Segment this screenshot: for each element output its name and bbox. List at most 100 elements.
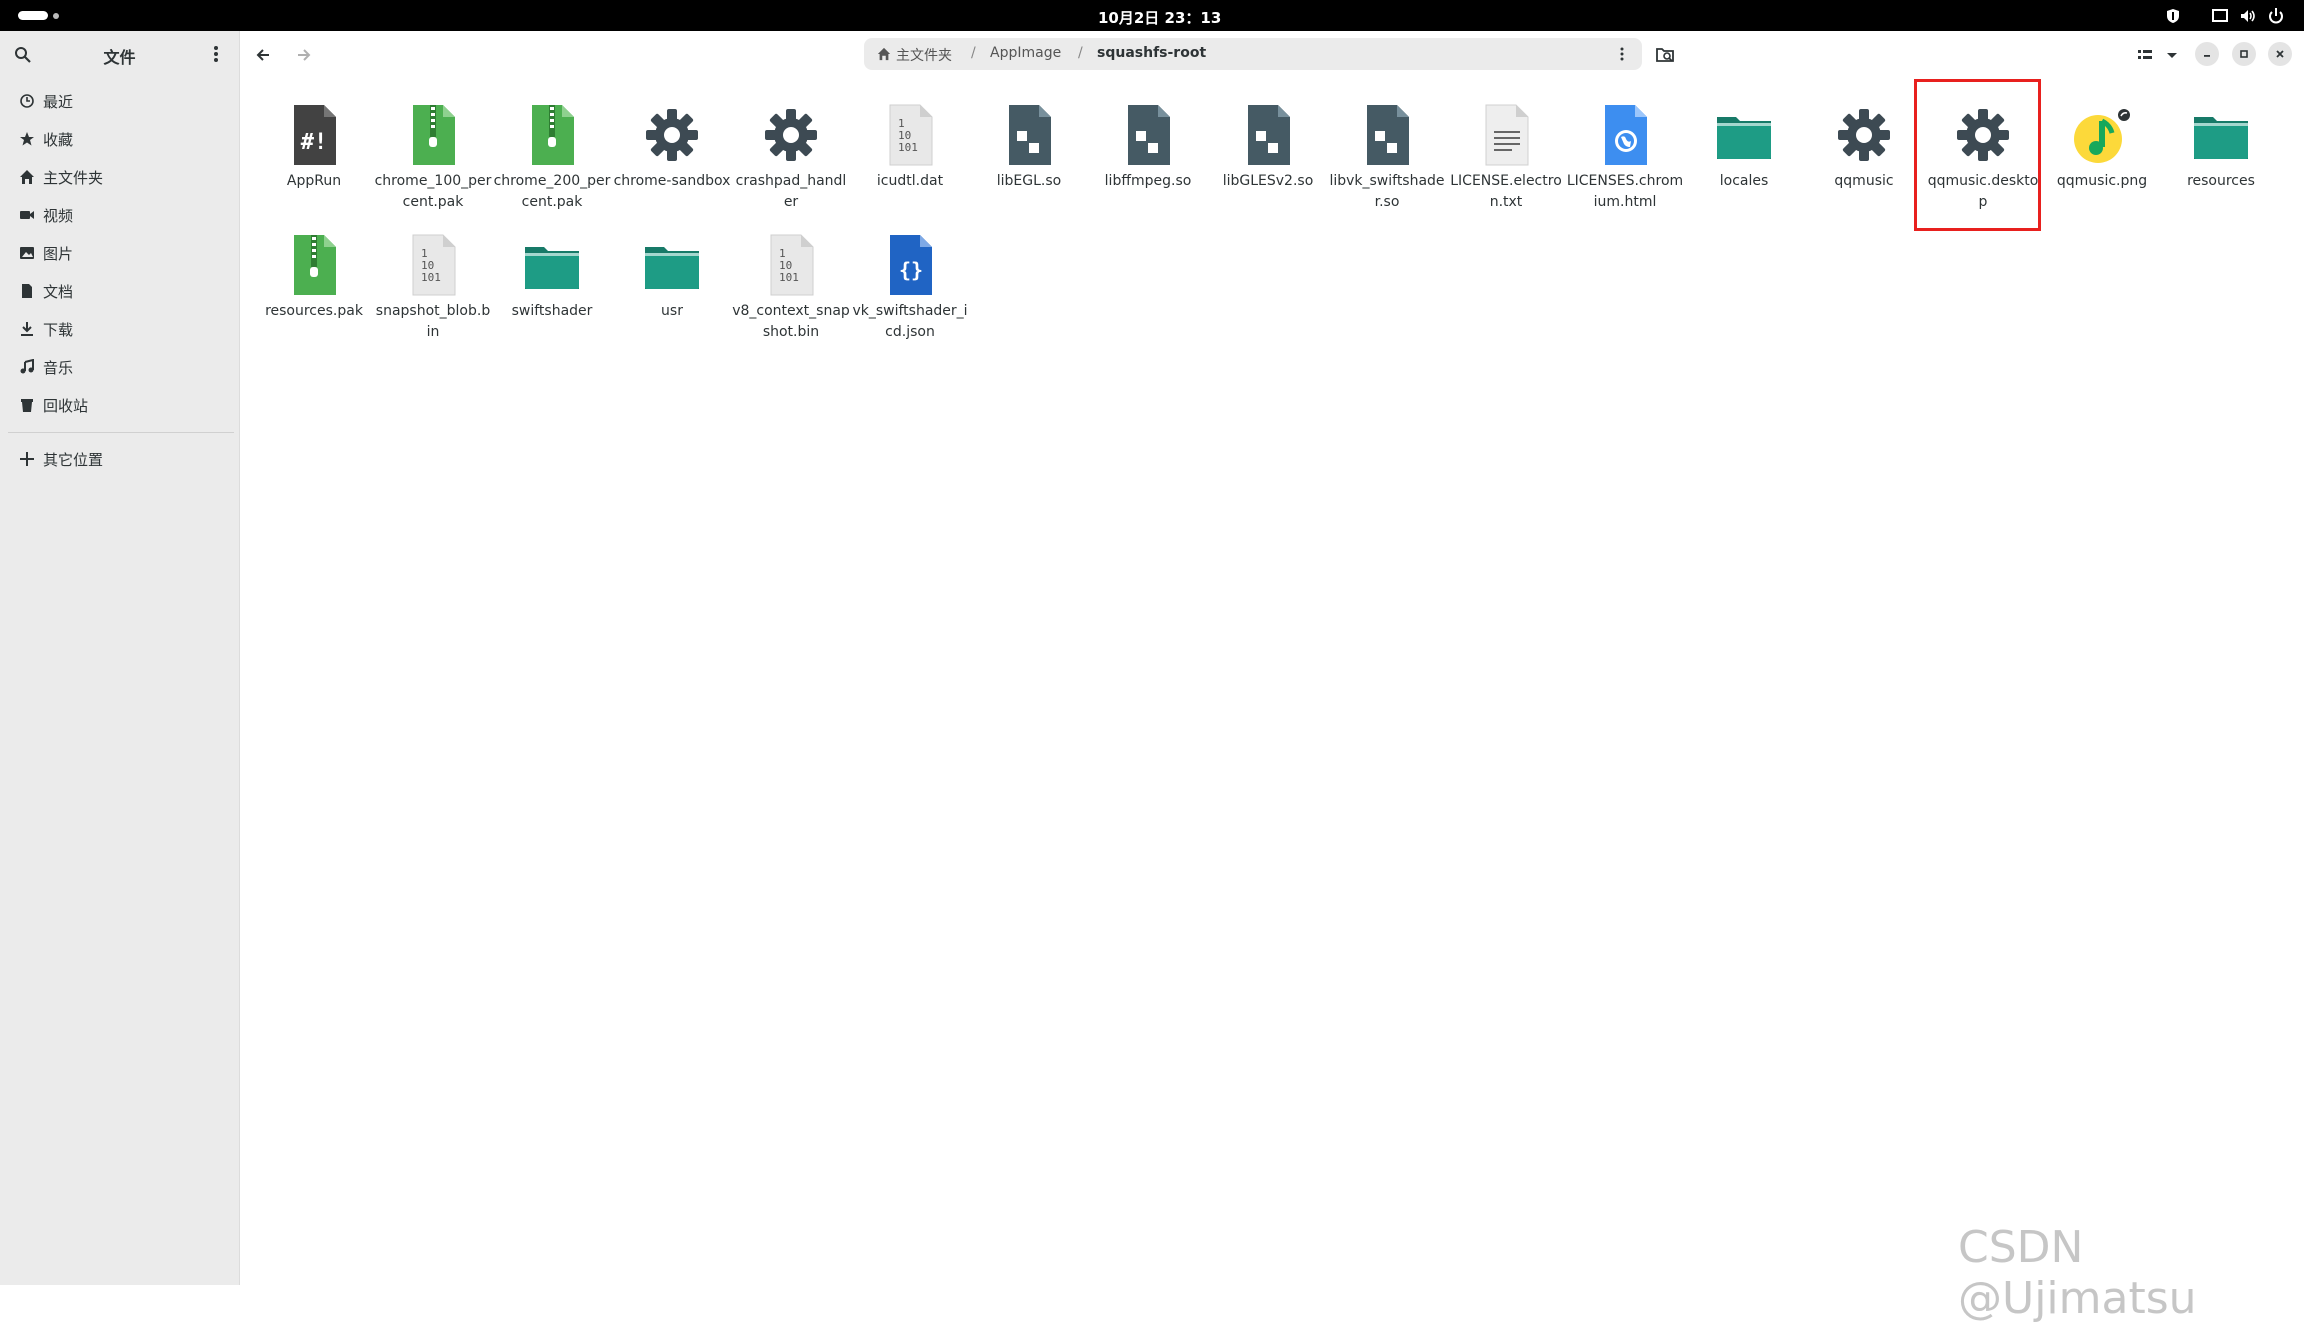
file-item[interactable]: LICENSE.electron.txt xyxy=(1447,103,1565,233)
sidebar-item-other-locations[interactable]: 其它位置 xyxy=(0,441,239,477)
file-name: libffmpeg.so xyxy=(1104,173,1192,189)
shield-icon[interactable] xyxy=(2163,6,2183,26)
file-item[interactable]: 1 10 101 icudtl.dat xyxy=(851,103,969,233)
file-name: libGLESv2.so xyxy=(1222,173,1314,189)
file-item[interactable]: locales xyxy=(1685,103,1803,233)
file-item[interactable]: chrome_200_percent.pak xyxy=(493,103,611,233)
back-arrow-icon[interactable] xyxy=(249,40,279,70)
file-item[interactable]: LICENSES.chromium.html xyxy=(1566,103,1684,233)
file-item[interactable]: libffmpeg.so xyxy=(1089,103,1207,233)
file-item[interactable]: resources.pak xyxy=(255,233,373,363)
archive-icon xyxy=(403,103,463,167)
svg-text:101: 101 xyxy=(898,141,918,154)
power-icon[interactable] xyxy=(2266,6,2286,26)
sidebar-item-music[interactable]: 音乐 xyxy=(0,349,239,385)
sidebar-item-label: 图片 xyxy=(43,245,74,263)
file-item[interactable]: resources xyxy=(2162,103,2280,233)
file-item[interactable]: chrome-sandbox xyxy=(613,103,731,233)
main-menu-icon[interactable] xyxy=(208,43,224,65)
file-name: chrome_200_percent.pak xyxy=(493,173,611,210)
chevron-down-icon[interactable] xyxy=(2157,40,2187,70)
search-folder-icon[interactable] xyxy=(1650,40,1680,70)
document-icon xyxy=(22,284,32,298)
sidebar-item-downloads[interactable]: 下载 xyxy=(0,311,239,347)
qqmusic-image-icon xyxy=(2072,103,2132,167)
sidebar-item-documents[interactable]: 文档 xyxy=(0,273,239,309)
executable-gear-icon xyxy=(642,103,702,167)
sidebar-item-label: 下载 xyxy=(43,321,74,339)
svg-text:101: 101 xyxy=(421,271,441,284)
sidebar-item-label: 最近 xyxy=(43,93,74,111)
file-name: icudtl.dat xyxy=(876,173,944,189)
sidebar-item-label: 文档 xyxy=(43,283,74,301)
svg-text:#!: #! xyxy=(301,130,328,155)
folder-icon xyxy=(642,233,702,297)
breadcrumb-appimage[interactable]: AppImage xyxy=(990,45,1061,61)
script-file-icon: #! xyxy=(284,103,344,167)
executable-gear-icon xyxy=(1834,103,1894,167)
file-name: chrome-sandbox xyxy=(613,173,731,189)
watermark: CSDN @Ujimatsu xyxy=(1958,1222,2197,1324)
home-icon xyxy=(20,170,34,184)
file-item[interactable]: usr xyxy=(613,233,731,363)
minimize-icon xyxy=(2204,55,2210,57)
file-item[interactable]: libGLESv2.so xyxy=(1209,103,1327,233)
file-name: qqmusic.png xyxy=(2056,173,2148,189)
file-name: libEGL.so xyxy=(996,173,1062,189)
file-name: vk_swiftshader_icd.json xyxy=(852,303,968,340)
file-item[interactable]: qqmusic xyxy=(1805,103,1923,233)
minimize-button[interactable] xyxy=(2195,42,2219,66)
file-item[interactable]: 1 10 101 v8_context_snapshot.bin xyxy=(732,233,850,363)
json-file-icon: {} xyxy=(880,233,940,297)
view-list-icon[interactable] xyxy=(2130,40,2160,70)
breadcrumb-separator: / xyxy=(1078,45,1083,61)
forward-arrow-icon[interactable] xyxy=(288,40,318,70)
file-item[interactable]: {} vk_swiftshader_icd.json xyxy=(851,233,969,363)
maximize-icon xyxy=(2240,50,2248,58)
volume-icon[interactable] xyxy=(2238,6,2258,26)
svg-text:{}: {} xyxy=(899,258,923,282)
file-item[interactable]: crashpad_handler xyxy=(732,103,850,233)
selection-highlight-box xyxy=(1914,79,2041,231)
close-button[interactable] xyxy=(2268,42,2292,66)
sidebar-item-label: 主文件夹 xyxy=(43,169,104,187)
home-icon xyxy=(877,47,891,61)
folder-icon xyxy=(522,233,582,297)
file-item[interactable]: 1 10 101 snapshot_blob.bin xyxy=(374,233,492,363)
sidebar-item-label: 视频 xyxy=(43,207,74,225)
file-item[interactable]: libvk_swiftshader.so xyxy=(1328,103,1446,233)
clock[interactable]: 10月2日 23：13 xyxy=(1098,7,1221,28)
image-icon xyxy=(20,247,34,259)
file-name: v8_context_snapshot.bin xyxy=(732,303,850,340)
file-item[interactable]: libEGL.so xyxy=(970,103,1088,233)
path-menu-icon[interactable] xyxy=(1614,46,1630,62)
sidebar-item-starred[interactable]: 收藏 xyxy=(0,121,239,157)
app-title: 文件 xyxy=(103,48,136,67)
file-name: AppRun xyxy=(286,173,342,189)
file-item[interactable]: #! AppRun xyxy=(255,103,373,233)
path-bar[interactable]: 主文件夹 / AppImage / squashfs-root xyxy=(864,38,1642,70)
trash-icon xyxy=(21,399,33,412)
binary-file-icon: 1 10 101 xyxy=(761,233,821,297)
sidebar-item-pictures[interactable]: 图片 xyxy=(0,235,239,271)
breadcrumb-home[interactable]: 主文件夹 xyxy=(896,45,952,65)
folder-icon xyxy=(1714,103,1774,167)
close-icon xyxy=(2276,50,2284,58)
sidebar-item-recent[interactable]: 最近 xyxy=(0,83,239,119)
file-name: resources xyxy=(2187,173,2255,189)
music-icon xyxy=(20,359,34,374)
breadcrumb-current[interactable]: squashfs-root xyxy=(1097,45,1206,61)
sidebar-item-home[interactable]: 主文件夹 xyxy=(0,159,239,195)
file-item[interactable]: swiftshader xyxy=(493,233,611,363)
maximize-button[interactable] xyxy=(2232,42,2256,66)
video-icon xyxy=(20,211,34,219)
sidebar-item-videos[interactable]: 视频 xyxy=(0,197,239,233)
screen-icon[interactable] xyxy=(2210,6,2230,26)
file-item[interactable]: qqmusic.png xyxy=(2043,103,2161,233)
file-item[interactable]: chrome_100_percent.pak xyxy=(374,103,492,233)
top-bar: 10月2日 23：13 xyxy=(0,0,2304,31)
breadcrumb-separator: / xyxy=(971,45,976,61)
sidebar-item-label: 回收站 xyxy=(43,397,89,415)
file-name: qqmusic xyxy=(1834,173,1894,189)
sidebar-item-trash[interactable]: 回收站 xyxy=(0,387,239,423)
